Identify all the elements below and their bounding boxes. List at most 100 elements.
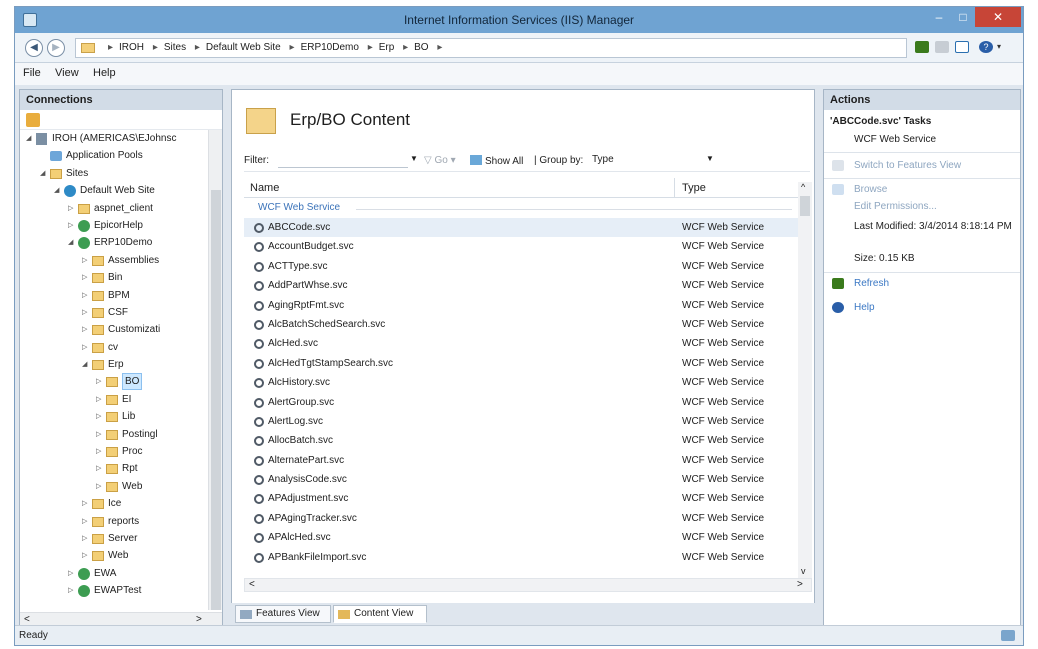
- tree-node[interactable]: ▷ CSF: [20, 304, 210, 321]
- tree-node[interactable]: ▷ Web: [20, 478, 210, 495]
- scroll-right-arrow[interactable]: >: [797, 579, 803, 590]
- scroll-left-arrow[interactable]: <: [24, 614, 30, 625]
- tree-node[interactable]: ▷ Proc: [20, 443, 210, 460]
- tree-expander-icon[interactable]: ▷: [82, 269, 87, 286]
- tree-expander-icon[interactable]: ◢: [40, 165, 45, 182]
- table-row[interactable]: ABCCode.svc WCF Web Service: [244, 218, 812, 238]
- group-by-dropdown-icon[interactable]: ▼: [706, 154, 714, 163]
- tree-node[interactable]: ▷ BO: [20, 373, 210, 391]
- breadcrumb-item[interactable]: BO: [414, 42, 428, 53]
- table-row[interactable]: APAdjustment.svc WCF Web Service: [244, 489, 812, 508]
- tree-expander-icon[interactable]: ▷: [82, 547, 87, 564]
- tree-node[interactable]: ▷ Rpt: [20, 460, 210, 477]
- table-row[interactable]: AllocBatch.svc WCF Web Service: [244, 431, 812, 450]
- menu-help[interactable]: Help: [93, 67, 116, 79]
- breadcrumb-item[interactable]: Erp: [379, 42, 395, 53]
- table-row[interactable]: AlcHed.svc WCF Web Service: [244, 334, 812, 353]
- tree-node[interactable]: ▷ Ice: [20, 495, 210, 512]
- tree-node[interactable]: ◢ Sites: [20, 165, 210, 182]
- tree-node[interactable]: ▷ EWAPTest: [20, 582, 210, 599]
- browse-link[interactable]: Browse: [854, 184, 887, 195]
- tree-expander-icon[interactable]: ▷: [96, 426, 101, 443]
- tree-expander-icon[interactable]: ▷: [96, 443, 101, 460]
- filter-dropdown-icon[interactable]: ▼: [410, 154, 418, 163]
- tab-content-view[interactable]: Content View: [333, 605, 427, 623]
- tree-node[interactable]: ▷ Web: [20, 547, 210, 564]
- switch-to-features-view-link[interactable]: Switch to Features View: [854, 160, 961, 171]
- tree-expander-icon[interactable]: ▷: [82, 495, 87, 512]
- tree-node[interactable]: ▷ Assemblies: [20, 252, 210, 269]
- group-by-select[interactable]: Type: [592, 154, 702, 165]
- table-vertical-scrollbar[interactable]: ^ v: [798, 182, 812, 578]
- table-row[interactable]: AlcBatchSchedSearch.svc WCF Web Service: [244, 315, 812, 334]
- tree-expander-icon[interactable]: ◢: [26, 130, 31, 147]
- scroll-right-arrow[interactable]: >: [196, 614, 202, 625]
- go-button[interactable]: ▽ Go ▾: [424, 155, 456, 166]
- tree-node[interactable]: ▷ EI: [20, 391, 210, 408]
- close-button[interactable]: ✕: [975, 7, 1021, 27]
- create-connection-icon[interactable]: [26, 113, 40, 127]
- tree-vertical-scrollbar[interactable]: [208, 130, 222, 610]
- table-row[interactable]: AccountBudget.svc WCF Web Service: [244, 237, 812, 256]
- show-all-button[interactable]: Show All: [470, 155, 523, 167]
- table-row[interactable]: APAlcHed.svc WCF Web Service: [244, 528, 812, 547]
- tree-expander-icon[interactable]: ▷: [96, 478, 101, 495]
- stop-icon[interactable]: [935, 41, 949, 53]
- tree-expander-icon[interactable]: ▷: [68, 217, 73, 234]
- edit-permissions-link[interactable]: Edit Permissions...: [854, 201, 937, 212]
- tree-node[interactable]: ▷ EpicorHelp: [20, 217, 210, 234]
- maximize-button[interactable]: □: [951, 7, 975, 27]
- tree-expander-icon[interactable]: ▷: [96, 408, 101, 425]
- table-row[interactable]: AlternatePart.svc WCF Web Service: [244, 451, 812, 470]
- table-row[interactable]: AlertGroup.svc WCF Web Service: [244, 393, 812, 412]
- tree-expander-icon[interactable]: ◢: [54, 182, 59, 199]
- tree-expander-icon[interactable]: ▷: [82, 513, 87, 530]
- help-link[interactable]: Help: [854, 302, 875, 313]
- tree-expander-icon[interactable]: ▷: [68, 200, 73, 217]
- tree-node[interactable]: ◢ Erp: [20, 356, 210, 373]
- tree-node[interactable]: ▷ aspnet_client: [20, 200, 210, 217]
- scroll-down-arrow[interactable]: v: [801, 566, 806, 576]
- tree-expander-icon[interactable]: ▷: [82, 339, 87, 356]
- home-icon[interactable]: [955, 41, 969, 53]
- tree-node[interactable]: ▷ reports: [20, 513, 210, 530]
- table-horizontal-scrollbar[interactable]: < >: [244, 578, 812, 592]
- tree-node[interactable]: ▷ Postingl: [20, 426, 210, 443]
- breadcrumb-item[interactable]: Default Web Site: [206, 42, 281, 53]
- tree-node[interactable]: ▷ Customizati: [20, 321, 210, 338]
- tree-expander-icon[interactable]: ▷: [96, 373, 101, 390]
- menu-view[interactable]: View: [55, 67, 79, 79]
- table-row[interactable]: AgingRptFmt.svc WCF Web Service: [244, 296, 812, 315]
- tree-node[interactable]: ▷ Lib: [20, 408, 210, 425]
- tree-expander-icon[interactable]: ▷: [82, 304, 87, 321]
- breadcrumb-item[interactable]: IROH: [119, 42, 144, 53]
- breadcrumb[interactable]: ▸ IROH ▸ Sites ▸ Default Web Site ▸ ERP10Dem…: [75, 38, 907, 58]
- tree-expander-icon[interactable]: ▷: [82, 530, 87, 547]
- tree-expander-icon[interactable]: ▷: [82, 321, 87, 338]
- group-header[interactable]: WCF Web Service: [244, 198, 812, 218]
- forward-button[interactable]: ▶: [47, 39, 65, 57]
- tree-node[interactable]: ◢ Default Web Site: [20, 182, 210, 199]
- refresh-link[interactable]: Refresh: [854, 278, 889, 289]
- tree-expander-icon[interactable]: ▷: [68, 582, 73, 599]
- tree-node[interactable]: ▷ BPM: [20, 287, 210, 304]
- table-row[interactable]: AlcHistory.svc WCF Web Service: [244, 373, 812, 392]
- tree-expander-icon[interactable]: ▷: [82, 252, 87, 269]
- scroll-left-arrow[interactable]: <: [249, 579, 255, 590]
- breadcrumb-item[interactable]: ERP10Demo: [301, 42, 359, 53]
- tree-expander-icon[interactable]: ▷: [82, 287, 87, 304]
- menu-file[interactable]: File: [23, 67, 41, 79]
- tree-node[interactable]: ◢ ERP10Demo: [20, 234, 210, 251]
- tree-expander-icon[interactable]: ◢: [82, 356, 87, 373]
- tree-node[interactable]: ▷ Server: [20, 530, 210, 547]
- refresh-icon[interactable]: [915, 41, 929, 53]
- tree-expander-icon[interactable]: ▷: [96, 460, 101, 477]
- tree-node[interactable]: ▷ Bin: [20, 269, 210, 286]
- column-divider[interactable]: [674, 178, 675, 198]
- table-row[interactable]: AlertLog.svc WCF Web Service: [244, 412, 812, 431]
- help-icon[interactable]: ?: [979, 41, 993, 53]
- minimize-button[interactable]: –: [927, 7, 951, 27]
- tree-node[interactable]: ▷ EWA: [20, 565, 210, 582]
- scrollbar-thumb[interactable]: [800, 196, 810, 216]
- tree-expander-icon[interactable]: ◢: [68, 234, 73, 251]
